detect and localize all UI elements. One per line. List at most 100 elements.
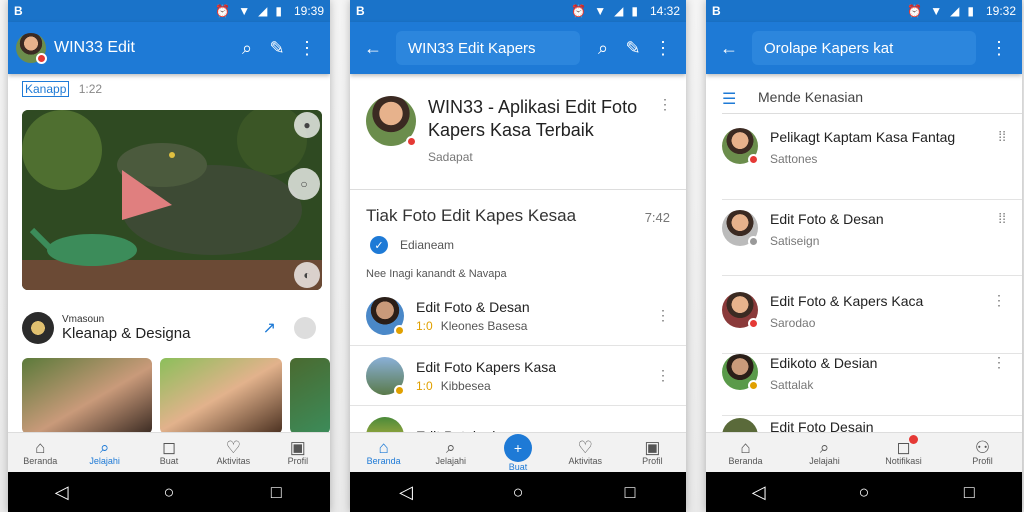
list-item[interactable]: Edikoto & Desian Sattalak ⋮ xyxy=(722,354,1022,416)
back-arrow-icon[interactable]: ← xyxy=(358,33,388,63)
system-nav-bar: ◁ ○ □ xyxy=(706,472,1022,512)
recents-icon[interactable]: □ xyxy=(610,477,650,507)
tag-row: Kanapp 1:22 xyxy=(22,81,103,97)
search-icon[interactable]: ⌕ xyxy=(588,33,618,63)
drag-handle-icon[interactable]: ⁞⁞ xyxy=(998,210,1006,226)
status-time: 14:32 xyxy=(649,4,680,18)
item-title: Edit Foto & Kapers Kaca xyxy=(770,293,924,309)
featured-photo-lizard[interactable] xyxy=(22,110,322,290)
nav-activity[interactable]: ♡ Aktivitas xyxy=(201,433,265,472)
back-icon[interactable]: ◁ xyxy=(386,477,426,507)
battery-icon: ▮ xyxy=(631,4,638,18)
back-icon[interactable]: ◁ xyxy=(42,477,82,507)
badge-dot xyxy=(748,154,759,165)
bottom-nav: ⌂ Beranda ⌕ Jelajahi ◻ Buat ♡ Aktivitas ▣ Pro… xyxy=(8,432,330,472)
settings-icon[interactable]: ◐ xyxy=(294,262,320,288)
profile-avatar[interactable] xyxy=(16,33,47,64)
list-item[interactable]: Edit Foto Kapers Kasa 1:0 Kibbesea ⋮ xyxy=(350,346,686,406)
nav-explore[interactable]: ⌕ Jelajahi xyxy=(785,433,864,472)
tag-number: 1:22 xyxy=(78,82,103,96)
nav-profile[interactable]: ▣ Profil xyxy=(619,433,686,472)
nav-create[interactable]: + Buat xyxy=(484,433,551,472)
verified-chip[interactable]: ✓ Edianeam xyxy=(370,236,454,254)
check-icon: ✓ xyxy=(370,236,388,254)
back-arrow-icon[interactable]: ← xyxy=(714,33,744,63)
list-item[interactable]: Edit Foto & Desan Satiseign ⁞⁞ xyxy=(722,210,1022,276)
status-bar: B ⏰ ▼ ◢ ▮ 14:32 xyxy=(350,0,686,22)
online-badge xyxy=(36,53,47,64)
more-vert-icon[interactable]: ⋮ xyxy=(648,33,678,63)
tag-label[interactable]: Kanapp xyxy=(22,81,70,97)
badge-dot xyxy=(394,324,405,336)
section-subtitle: Nee Inagi kanandt & Navapa xyxy=(366,268,507,280)
alarm-icon: ⏰ xyxy=(571,4,587,18)
signal-icon: ◢ xyxy=(614,4,624,18)
wifi-icon: ▼ xyxy=(238,4,251,18)
drag-handle-icon[interactable]: ⁞⁞ xyxy=(998,128,1006,144)
battery-icon: ▮ xyxy=(275,4,282,18)
add-icon: + xyxy=(504,433,532,462)
phone-search-results: B ⏰ ▼ ◢ ▮ 14:32 ← WIN33 Edit Kapers ⌕ ✎ … xyxy=(350,0,686,512)
item-meta: Sattalak xyxy=(770,378,814,392)
alarm-icon: ⏰ xyxy=(907,4,923,18)
nav-activity[interactable]: ♡ Aktivitas xyxy=(552,433,619,472)
compose-icon[interactable]: ✎ xyxy=(618,33,648,63)
info-icon[interactable] xyxy=(294,317,316,339)
nav-home[interactable]: ⌂ Beranda xyxy=(350,433,417,472)
wifi-icon: ▼ xyxy=(930,4,943,18)
nav-home[interactable]: ⌂ Beranda xyxy=(706,433,785,472)
item-avatar xyxy=(722,128,759,165)
badge-dot xyxy=(748,236,759,247)
more-vert-icon[interactable]: ⋮ xyxy=(658,96,672,175)
list-header: ☰ Mende Kenasian xyxy=(722,80,1022,114)
more-vert-icon[interactable]: ⋮ xyxy=(656,367,670,384)
list-item[interactable]: Edit Foto & Desan 1:0 Kleones Basesa ⋮ xyxy=(350,286,686,346)
more-vert-icon[interactable]: ⋮ xyxy=(656,307,670,324)
thumbnail-3[interactable] xyxy=(290,358,330,434)
nav-explore[interactable]: ⌕ Jelajahi xyxy=(417,433,484,472)
post-header[interactable]: Vmasoun Kleanap & Designa ↗ xyxy=(22,308,316,348)
search-input[interactable]: WIN33 Edit Kapers xyxy=(396,31,580,65)
profile-icon: ⚇ xyxy=(974,438,991,457)
app-header-card[interactable]: WIN33 - Aplikasi Edit Foto Kapers Kasa T… xyxy=(350,82,686,190)
item-title: Edikoto & Desian xyxy=(770,355,878,371)
item-avatar xyxy=(366,356,405,396)
back-icon[interactable]: ◁ xyxy=(739,477,779,507)
home-circle-icon[interactable]: ○ xyxy=(844,477,884,507)
list-item[interactable]: Pelikagt Kaptam Kasa Fantag Sattones ⁞⁞ xyxy=(722,124,1022,200)
app-header-title: WIN33 - Aplikasi Edit Foto Kapers Kasa T… xyxy=(428,97,638,140)
thumbnail-1[interactable] xyxy=(22,358,152,434)
menu-icon[interactable]: ☰ xyxy=(722,89,744,108)
list-item[interactable]: Edit Foto & Kapers Kaca Sarodao ⋮ xyxy=(722,292,1022,354)
system-nav-bar: ◁ ○ □ xyxy=(8,472,330,512)
recents-icon[interactable]: □ xyxy=(256,477,296,507)
recents-icon[interactable]: □ xyxy=(949,477,989,507)
share-icon[interactable]: ↗ xyxy=(263,318,276,338)
search-input[interactable]: Orolape Kapers kat xyxy=(752,31,976,65)
status-bar: B ⏰ ▼ ◢ ▮ 19:39 xyxy=(8,0,330,22)
nav-create[interactable]: ◻ Buat xyxy=(137,433,201,472)
thumbnail-2[interactable] xyxy=(160,358,282,434)
more-vert-icon[interactable]: ⋮ xyxy=(992,354,1006,371)
badge-dot xyxy=(394,384,405,396)
badge-dot xyxy=(748,318,759,329)
status-app-icon: B xyxy=(356,4,365,18)
record-button[interactable]: ○ xyxy=(288,168,320,200)
wifi-icon: ▼ xyxy=(594,4,607,18)
item-title: Edit Foto Kapers Kasa xyxy=(416,358,557,375)
nav-profile[interactable]: ▣ Profil xyxy=(266,433,330,472)
compose-icon[interactable]: ✎ xyxy=(262,33,292,63)
nav-profile[interactable]: ⚇ Profil xyxy=(943,433,1022,472)
search-icon[interactable]: ⌕ xyxy=(232,33,262,63)
home-circle-icon[interactable]: ○ xyxy=(498,477,538,507)
more-vert-icon[interactable]: ⋮ xyxy=(984,33,1014,63)
nav-notifications[interactable]: ◻ Notifikasi xyxy=(864,433,943,472)
bottom-nav: ⌂ Beranda ⌕ Jelajahi + Buat ♡ Aktivitas ▣ Pro… xyxy=(350,432,686,472)
home-circle-icon[interactable]: ○ xyxy=(149,477,189,507)
nav-explore[interactable]: ⌕ Jelajahi xyxy=(72,433,136,472)
more-vert-icon[interactable]: ⋮ xyxy=(292,33,322,63)
more-vert-icon[interactable]: ⋮ xyxy=(992,292,1006,309)
profile-icon: ▣ xyxy=(644,438,661,457)
fire-icon[interactable]: ● xyxy=(294,112,320,138)
nav-home[interactable]: ⌂ Beranda xyxy=(8,433,72,472)
